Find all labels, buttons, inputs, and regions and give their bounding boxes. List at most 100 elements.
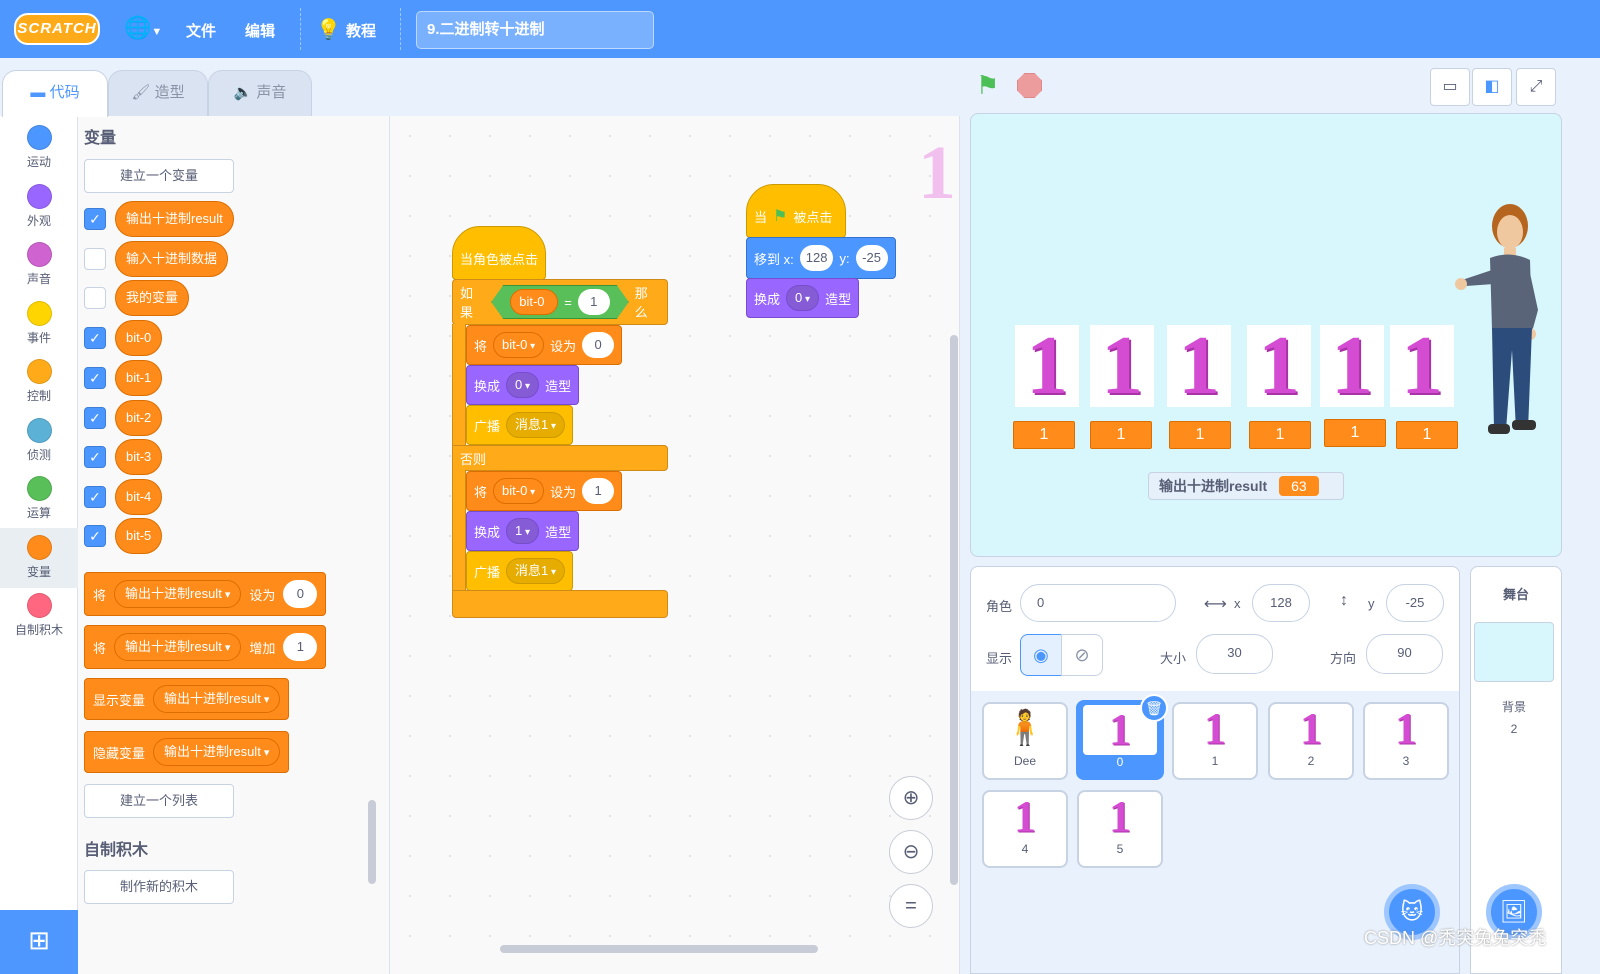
value-input[interactable]: 1 bbox=[582, 478, 615, 504]
digit-sprite[interactable]: 1 bbox=[1167, 324, 1231, 408]
category-my-blocks[interactable]: 自制积木 bbox=[0, 586, 78, 646]
tutorials-menu[interactable]: 教程 bbox=[346, 20, 376, 41]
value-input[interactable]: 1 bbox=[283, 633, 318, 661]
digit-sprite[interactable]: 1 bbox=[1320, 324, 1384, 408]
var-reporter[interactable]: bit-5 bbox=[115, 518, 163, 554]
sprite-name-input[interactable]: 0 bbox=[1020, 584, 1176, 622]
var-reporter[interactable]: bit-1 bbox=[115, 360, 163, 396]
when-sprite-clicked-hat[interactable]: 当角色被点击 bbox=[452, 226, 546, 280]
normal-stage-button[interactable]: ◧ bbox=[1472, 68, 1512, 106]
var-reporter[interactable]: bit-2 bbox=[115, 400, 163, 436]
costume-dropdown[interactable]: 0 bbox=[786, 285, 820, 311]
category-looks[interactable]: 外观 bbox=[0, 177, 78, 237]
var-reporter[interactable]: bit-4 bbox=[115, 479, 163, 515]
digit-sprite[interactable]: 1 bbox=[1390, 324, 1454, 408]
green-flag-button[interactable]: ⚑ bbox=[976, 70, 999, 101]
value-input[interactable]: 0 bbox=[582, 332, 615, 358]
add-extension-button[interactable]: ⊞ bbox=[0, 910, 78, 974]
backdrop-thumbnail[interactable] bbox=[1474, 622, 1554, 682]
digit-sprite[interactable]: 1 bbox=[1247, 324, 1311, 408]
var-checkbox[interactable]: ✓ bbox=[84, 525, 106, 547]
palette-scrollbar[interactable] bbox=[368, 800, 376, 884]
variable-dropdown[interactable]: 输出十进制result bbox=[153, 738, 281, 766]
set-variable-block[interactable]: 将 bit-0 设为 0 bbox=[466, 325, 623, 365]
variable-dropdown[interactable]: bit-0 bbox=[493, 478, 545, 504]
sprite-thumbnail[interactable]: 1 1 bbox=[1172, 702, 1258, 780]
globe-icon[interactable]: 🌐▼ bbox=[124, 15, 162, 45]
category-control[interactable]: 控制 bbox=[0, 352, 78, 412]
equals-operator[interactable]: bit-0 = 1 bbox=[491, 285, 629, 319]
digit-sprite[interactable]: 1 bbox=[1090, 324, 1154, 408]
category-sound[interactable]: 声音 bbox=[0, 235, 78, 295]
delete-sprite-button[interactable]: 🗑 bbox=[1140, 694, 1168, 722]
var-checkbox[interactable] bbox=[84, 287, 106, 309]
x-input[interactable]: 128 bbox=[1252, 584, 1310, 622]
sprite-thumbnail[interactable]: 1 2 bbox=[1268, 702, 1354, 780]
category-sensing[interactable]: 侦测 bbox=[0, 411, 78, 471]
value-input[interactable]: 0 bbox=[283, 580, 318, 608]
var-checkbox[interactable] bbox=[84, 248, 106, 270]
file-menu[interactable]: 文件 bbox=[186, 20, 216, 41]
var-checkbox[interactable]: ✓ bbox=[84, 407, 106, 429]
variable-dropdown[interactable]: 输出十进制result bbox=[153, 685, 281, 713]
show-variable-block[interactable]: 显示变量 输出十进制result bbox=[84, 678, 290, 720]
edit-menu[interactable]: 编辑 bbox=[245, 20, 275, 41]
dee-sprite[interactable] bbox=[1452, 200, 1544, 442]
make-list-button[interactable]: 建立一个列表 bbox=[84, 784, 234, 818]
tab-code[interactable]: ▬ 代码 bbox=[2, 70, 108, 117]
category-variables[interactable]: 变量 bbox=[0, 528, 78, 588]
scratch-logo[interactable]: SCRATCH bbox=[14, 13, 100, 45]
var-checkbox[interactable]: ✓ bbox=[84, 446, 106, 468]
category-operators[interactable]: 运算 bbox=[0, 469, 78, 529]
var-reporter[interactable]: 输出十进制result bbox=[115, 201, 234, 237]
variable-monitor-large[interactable]: 1 bbox=[1169, 421, 1231, 449]
sprite-thumbnail[interactable]: 🧍 Dee bbox=[982, 702, 1068, 780]
direction-input[interactable]: 90 bbox=[1366, 634, 1443, 674]
stop-button[interactable] bbox=[1017, 73, 1042, 98]
zoom-out-button[interactable]: ⊖ bbox=[889, 830, 933, 874]
if-else-block[interactable]: 如果 bit-0 = 1 那么 bbox=[452, 279, 668, 325]
var-checkbox[interactable]: ✓ bbox=[84, 208, 106, 230]
variable-monitor-large[interactable]: 1 bbox=[1249, 421, 1311, 449]
code-horizontal-scrollbar[interactable] bbox=[500, 945, 818, 953]
var-reporter[interactable]: 我的变量 bbox=[115, 280, 190, 316]
variable-dropdown[interactable]: 输出十进制result bbox=[114, 580, 242, 608]
var-checkbox[interactable]: ✓ bbox=[84, 486, 106, 508]
costume-dropdown[interactable]: 0 bbox=[506, 372, 540, 398]
when-flag-clicked-hat[interactable]: 当 ⚑ 被点击 bbox=[746, 184, 846, 238]
broadcast-block[interactable]: 广播 消息1 bbox=[466, 551, 574, 591]
message-dropdown[interactable]: 消息1 bbox=[506, 412, 566, 438]
hide-sprite-button[interactable]: ⊘ bbox=[1061, 634, 1103, 676]
code-vertical-scrollbar[interactable] bbox=[950, 335, 958, 885]
sprite-thumbnail[interactable]: 1 5 bbox=[1077, 790, 1163, 868]
category-motion[interactable]: 运动 bbox=[0, 118, 78, 178]
category-events[interactable]: 事件 bbox=[0, 294, 78, 354]
broadcast-block[interactable]: 广播 消息1 bbox=[466, 405, 574, 445]
variable-monitor-large[interactable]: 1 bbox=[1396, 421, 1458, 449]
hide-variable-block[interactable]: 隐藏变量 输出十进制result bbox=[84, 731, 290, 773]
set-variable-block[interactable]: 将 输出十进制result 设为 0 bbox=[84, 572, 327, 616]
switch-costume-block[interactable]: 换成 0 造型 bbox=[466, 365, 580, 405]
variable-dropdown[interactable]: bit-0 bbox=[493, 332, 545, 358]
var-reporter[interactable]: bit-0 bbox=[115, 320, 163, 356]
y-input[interactable]: -25 bbox=[855, 245, 888, 271]
show-sprite-button[interactable]: ◉ bbox=[1020, 634, 1062, 676]
value-input[interactable]: 1 bbox=[578, 289, 610, 315]
variable-monitor-large[interactable]: 1 bbox=[1013, 421, 1075, 449]
go-to-xy-block[interactable]: 移到 x: 128 y: -25 bbox=[746, 237, 896, 279]
tab-costumes[interactable]: 🖌 造型 bbox=[108, 70, 208, 116]
result-variable-monitor[interactable]: 输出十进制result 63 bbox=[1148, 472, 1344, 500]
variable-dropdown[interactable]: 输出十进制result bbox=[114, 633, 242, 661]
switch-costume-block[interactable]: 换成 0 造型 bbox=[746, 278, 860, 318]
zoom-in-button[interactable]: ⊕ bbox=[889, 776, 933, 820]
sprite-thumbnail[interactable]: 1 3 bbox=[1363, 702, 1449, 780]
project-title-input[interactable]: 9.二进制转十进制 bbox=[416, 11, 654, 49]
switch-costume-block[interactable]: 换成 1 造型 bbox=[466, 511, 580, 551]
sprite-thumbnail[interactable]: 1 4 bbox=[982, 790, 1068, 868]
message-dropdown[interactable]: 消息1 bbox=[506, 558, 566, 584]
make-variable-button[interactable]: 建立一个变量 bbox=[84, 159, 234, 193]
variable-monitor-large[interactable]: 1 bbox=[1324, 419, 1386, 447]
y-input[interactable]: -25 bbox=[1386, 584, 1444, 622]
tab-sounds[interactable]: 🔈 声音 bbox=[208, 70, 312, 116]
variable-reporter[interactable]: bit-0 bbox=[510, 289, 558, 315]
